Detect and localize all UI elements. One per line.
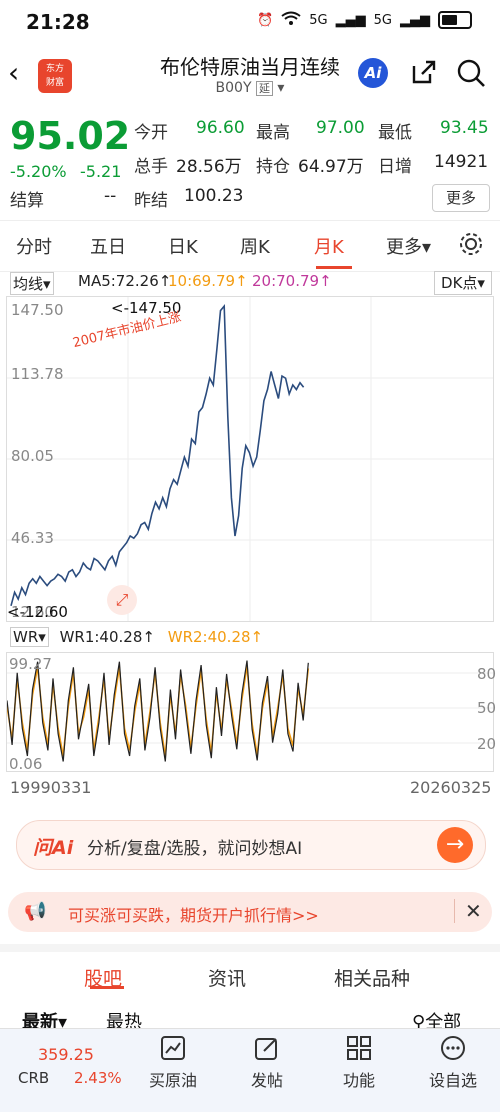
ma5-value: MA5:72.26↑ (78, 272, 172, 290)
search-icon[interactable] (456, 58, 486, 88)
settle-label: 结算 (10, 191, 44, 211)
wr-legend: WR▾ WR1:40.28↑ WR2:40.28↑ (10, 627, 264, 647)
status-bar: 21:28 ⏰ 5G ▂▄▆ 5G ▂▄▆ (0, 0, 500, 44)
close-icon[interactable]: ✕ (454, 899, 482, 923)
alarm-icon: ⏰ (257, 12, 274, 28)
ma20-value: 20:70.79↑ (252, 272, 332, 290)
nav-buy-crude[interactable]: 买原油 (138, 1035, 208, 1091)
signal-1-label: 5G (309, 12, 328, 28)
crb-change-pct: 2.43% (74, 1069, 122, 1087)
open-label: 今开 (134, 123, 168, 143)
min-annotation: <-12.60 (7, 603, 68, 621)
tab-five-day[interactable]: 五日 (90, 233, 126, 259)
wr-right-tick: 50 (477, 699, 497, 717)
high-label: 最高 (256, 123, 290, 143)
prev-settle-label: 昨结 (134, 191, 168, 211)
tab-more[interactable]: 更多▾ (386, 233, 431, 259)
wr-y-top-label: 99.27 (9, 655, 52, 673)
delay-badge: 延 (255, 81, 273, 96)
community-tabs: 股吧 资讯 相关品种 (0, 944, 500, 1000)
top-bar: ‹ 东方 财富 布伦特原油当月连续 B00Y 延 ▾ Ai (0, 44, 500, 102)
y-tick-label: 46.33 (11, 529, 54, 547)
wr-right-tick: 20 (477, 735, 497, 753)
edit-icon (254, 1035, 280, 1061)
volume-label: 总手 (134, 157, 168, 177)
promo-text: 可买涨可买跌，期货开户抓行情>> (68, 906, 319, 925)
more-icon (440, 1035, 466, 1061)
y-tick-label: 147.50 (11, 301, 64, 319)
period-tabs: 分时 五日 日K 周K 月K 更多▾ (0, 220, 500, 272)
tab-related[interactable]: 相关品种 (334, 964, 410, 991)
y-tick-label: 80.05 (11, 447, 54, 465)
low-label: 最低 (378, 123, 412, 143)
volume-value: 28.56万 (176, 157, 242, 177)
tab-weekly-k[interactable]: 周K (240, 233, 270, 259)
open-value: 96.60 (196, 118, 245, 138)
price-chart[interactable]: 147.50 113.78 80.05 46.33 12.60 <-147.50… (6, 296, 494, 622)
x-start-label: 19990331 (10, 778, 92, 797)
nav-add-watchlist[interactable]: 设自选 (418, 1035, 488, 1091)
y-tick-label: 113.78 (11, 365, 64, 383)
battery-icon (438, 11, 472, 29)
wr-chart-svg (6, 660, 493, 762)
crb-price: 359.25 (38, 1045, 94, 1064)
ai-prompt-text: 分析/复盘/选股，就问妙想AI (87, 839, 303, 859)
change-pct: -5.20% (10, 162, 67, 181)
last-price: 95.02 (10, 114, 131, 158)
tab-active-indicator (316, 266, 352, 269)
tab-news[interactable]: 资讯 (208, 964, 246, 991)
promo-banner[interactable]: 📢 可买涨可买跌，期货开户抓行情>> ✕ (8, 892, 492, 932)
tab-monthly-k[interactable]: 月K (314, 233, 344, 259)
settle-value: -- (104, 186, 117, 206)
wifi-icon (281, 11, 301, 29)
ma-type-selector[interactable]: 均线▾ (10, 272, 54, 295)
arrow-right-icon[interactable]: → (437, 827, 473, 863)
sub-tab-active-indicator (90, 986, 124, 989)
ai-button[interactable]: Ai (358, 58, 388, 88)
wr1-value: WR1:40.28↑ (59, 628, 155, 646)
price-series-line (10, 303, 305, 607)
tab-daily-k[interactable]: 日K (168, 233, 198, 259)
crb-name: CRB (18, 1069, 50, 1087)
ai-assistant-bar[interactable]: 问Ai 分析/复盘/选股，就问妙想AI → (16, 820, 486, 870)
signal-icon: ▂▄▆ (335, 12, 366, 28)
megaphone-icon: 📢 (24, 901, 47, 922)
signal-icon: ▂▄▆ (400, 12, 430, 28)
status-time: 21:28 (26, 10, 90, 34)
quote-panel: 95.02 -5.20% -5.21 今开 96.60 最高 97.00 最低 … (0, 106, 500, 216)
nav-functions[interactable]: 功能 (324, 1035, 394, 1091)
wr2-value: WR2:40.28↑ (167, 628, 264, 646)
low-value: 93.45 (440, 118, 489, 138)
share-icon[interactable] (410, 58, 438, 86)
daily-add-value: 14921 (434, 152, 489, 172)
expand-icon[interactable]: ⤢ (107, 585, 137, 615)
daily-add-label: 日增 (378, 157, 412, 177)
high-value: 97.00 (316, 118, 365, 138)
chart-icon (160, 1035, 186, 1061)
more-quote-button[interactable]: 更多 (432, 184, 490, 212)
oi-label: 持仓 (256, 157, 290, 177)
oi-value: 64.97万 (298, 157, 364, 177)
change-value: -5.21 (80, 162, 122, 181)
tab-intraday[interactable]: 分时 (16, 233, 52, 259)
prev-settle-value: 100.23 (184, 186, 244, 206)
chevron-down-icon: ▾ (277, 80, 285, 96)
nav-post[interactable]: 发帖 (232, 1035, 302, 1091)
wr1-series-line (6, 660, 309, 762)
x-end-label: 20260325 (410, 778, 492, 797)
ma-legend: 均线▾ MA5:72.26↑ 10:69.79↑ 20:70.79↑ (0, 272, 500, 295)
wr-type-selector[interactable]: WR▾ (10, 627, 49, 647)
signal-2-label: 5G (373, 12, 392, 28)
dropdown-icon: ▾ (422, 237, 432, 258)
ma10-value: 10:69.79↑ (168, 272, 248, 290)
bottom-bar: 359.25 CRB 2.43% 买原油 发帖 功能 设自选 (0, 1028, 500, 1112)
wr-right-tick: 80 (477, 665, 497, 683)
dk-point-button[interactable]: DK点▾ (434, 271, 492, 295)
settings-gear-icon[interactable] (458, 231, 484, 261)
wr-y-bottom-label: 0.06 (9, 755, 43, 773)
grid-icon (346, 1035, 372, 1061)
ai-logo: 问Ai (33, 837, 74, 859)
status-icons: ⏰ 5G ▂▄▆ 5G ▂▄▆ (257, 11, 472, 29)
wr-chart[interactable]: 99.27 0.06 80 50 20 (6, 652, 497, 773)
